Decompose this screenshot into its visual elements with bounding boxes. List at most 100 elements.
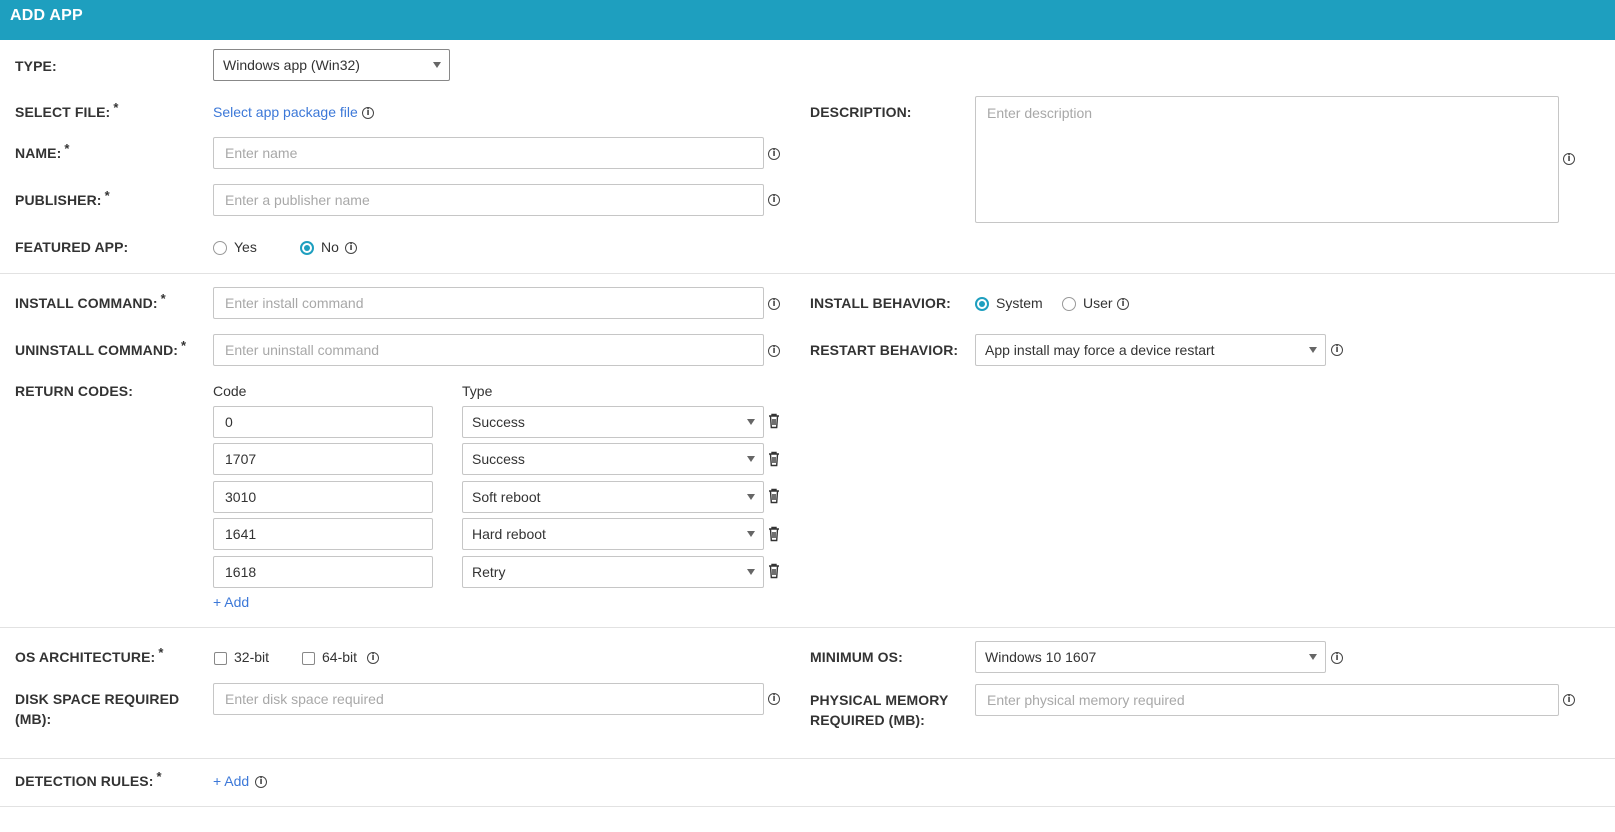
physical-memory-label: PHYSICAL MEMORY REQUIRED (MB): (810, 690, 948, 730)
required-marker: * (64, 141, 70, 156)
return-type-select[interactable]: Success (462, 443, 764, 475)
publisher-input[interactable] (213, 184, 764, 216)
required-marker: * (156, 769, 162, 784)
arch-32bit-label: 32-bit (234, 649, 270, 665)
info-icon[interactable]: i (1563, 694, 1575, 706)
return-type-select[interactable]: Retry (462, 556, 764, 588)
return-type-value: Retry (472, 564, 506, 580)
install-system-radio[interactable] (975, 297, 989, 311)
os-architecture-label-text: OS ARCHITECTURE: (15, 649, 156, 665)
return-type-select[interactable]: Soft reboot (462, 481, 764, 513)
info-icon[interactable]: i (362, 107, 374, 119)
restart-behavior-value: App install may force a device restart (985, 342, 1215, 358)
physical-memory-label-line2: REQUIRED (MB): (810, 712, 925, 728)
type-select[interactable]: Windows app (Win32) (213, 49, 450, 81)
return-type-value: Success (472, 414, 525, 430)
info-icon[interactable]: i (1563, 153, 1575, 165)
add-return-code-link[interactable]: + Add (213, 592, 249, 612)
os-architecture-label: OS ARCHITECTURE: * (15, 645, 164, 667)
section-divider (0, 758, 1615, 759)
trash-icon[interactable] (768, 413, 780, 429)
info-icon[interactable]: i (768, 194, 780, 206)
info-icon[interactable]: i (1331, 652, 1343, 664)
info-icon[interactable]: i (255, 776, 267, 788)
physical-memory-label-line1: PHYSICAL MEMORY (810, 692, 949, 708)
info-icon[interactable]: i (768, 345, 780, 357)
physical-memory-input[interactable] (975, 684, 1559, 716)
type-column-header: Type (462, 383, 493, 399)
install-command-input[interactable] (213, 287, 764, 319)
arch-32bit-checkbox[interactable] (214, 652, 227, 665)
caret-down-icon (1309, 347, 1317, 353)
select-file-label: SELECT FILE: * (15, 100, 119, 122)
install-command-label-text: INSTALL COMMAND: (15, 295, 158, 311)
return-type-value: Soft reboot (472, 489, 541, 505)
disk-space-label: DISK SPACE REQUIRED (MB): (15, 689, 179, 729)
return-type-select[interactable]: Success (462, 406, 764, 438)
section-divider (0, 806, 1615, 807)
return-codes-label: RETURN CODES: (15, 383, 133, 399)
caret-down-icon (1309, 654, 1317, 660)
featured-yes-radio[interactable] (213, 241, 227, 255)
info-icon[interactable]: i (768, 298, 780, 310)
install-command-label: INSTALL COMMAND: * (15, 291, 166, 313)
arch-64bit-checkbox[interactable] (302, 652, 315, 665)
description-textarea[interactable] (975, 96, 1559, 223)
return-code-input[interactable]: 1618 (213, 556, 433, 588)
name-label: NAME: * (15, 141, 70, 163)
uninstall-command-label: UNINSTALL COMMAND: * (15, 338, 187, 360)
section-divider (0, 627, 1615, 628)
publisher-label-text: PUBLISHER: (15, 192, 102, 208)
add-detection-rule-link[interactable]: + Add (213, 771, 249, 791)
caret-down-icon (433, 62, 441, 68)
install-system-label: System (996, 295, 1043, 311)
caret-down-icon (747, 456, 755, 462)
info-icon[interactable]: i (367, 652, 379, 664)
name-label-text: NAME: (15, 145, 62, 161)
disk-space-label-line1: DISK SPACE REQUIRED (15, 691, 180, 707)
caret-down-icon (747, 531, 755, 537)
arch-64bit-label: 64-bit (322, 649, 358, 665)
restart-behavior-select[interactable]: App install may force a device restart (975, 334, 1326, 366)
return-type-value: Hard reboot (472, 526, 546, 542)
dialog-title: ADD APP (10, 7, 83, 24)
trash-icon[interactable] (768, 563, 780, 579)
return-code-input[interactable]: 1707 (213, 443, 433, 475)
detection-rules-label-text: DETECTION RULES: (15, 773, 154, 789)
info-icon[interactable]: i (768, 693, 780, 705)
trash-icon[interactable] (768, 451, 780, 467)
trash-icon[interactable] (768, 488, 780, 504)
name-input[interactable] (213, 137, 764, 169)
minimum-os-label: MINIMUM OS: (810, 649, 903, 665)
trash-icon[interactable] (768, 526, 780, 542)
install-user-label: User (1083, 295, 1113, 311)
install-behavior-label: INSTALL BEHAVIOR: (810, 295, 951, 311)
disk-space-input[interactable] (213, 683, 764, 715)
featured-app-label: FEATURED APP: (15, 239, 129, 255)
return-code-input[interactable]: 1641 (213, 518, 433, 550)
required-marker: * (104, 188, 110, 203)
select-app-package-link[interactable]: Select app package file (213, 102, 358, 122)
featured-no-radio[interactable] (300, 241, 314, 255)
required-marker: * (181, 338, 187, 353)
info-icon[interactable]: i (1117, 298, 1129, 310)
caret-down-icon (747, 419, 755, 425)
minimum-os-select[interactable]: Windows 10 1607 (975, 641, 1326, 673)
info-icon[interactable]: i (345, 242, 357, 254)
restart-behavior-label: RESTART BEHAVIOR: (810, 342, 959, 358)
uninstall-command-input[interactable] (213, 334, 764, 366)
install-user-radio[interactable] (1062, 297, 1076, 311)
info-icon[interactable]: i (1331, 344, 1343, 356)
detection-rules-label: DETECTION RULES: * (15, 769, 162, 791)
info-icon[interactable]: i (768, 148, 780, 160)
required-marker: * (113, 100, 119, 115)
section-divider (0, 273, 1615, 274)
disk-space-label-line2: (MB): (15, 711, 52, 727)
return-code-input[interactable]: 0 (213, 406, 433, 438)
publisher-label: PUBLISHER: * (15, 188, 110, 210)
return-code-input[interactable]: 3010 (213, 481, 433, 513)
return-type-select[interactable]: Hard reboot (462, 518, 764, 550)
select-file-label-text: SELECT FILE: (15, 104, 111, 120)
required-marker: * (158, 645, 164, 660)
caret-down-icon (747, 569, 755, 575)
